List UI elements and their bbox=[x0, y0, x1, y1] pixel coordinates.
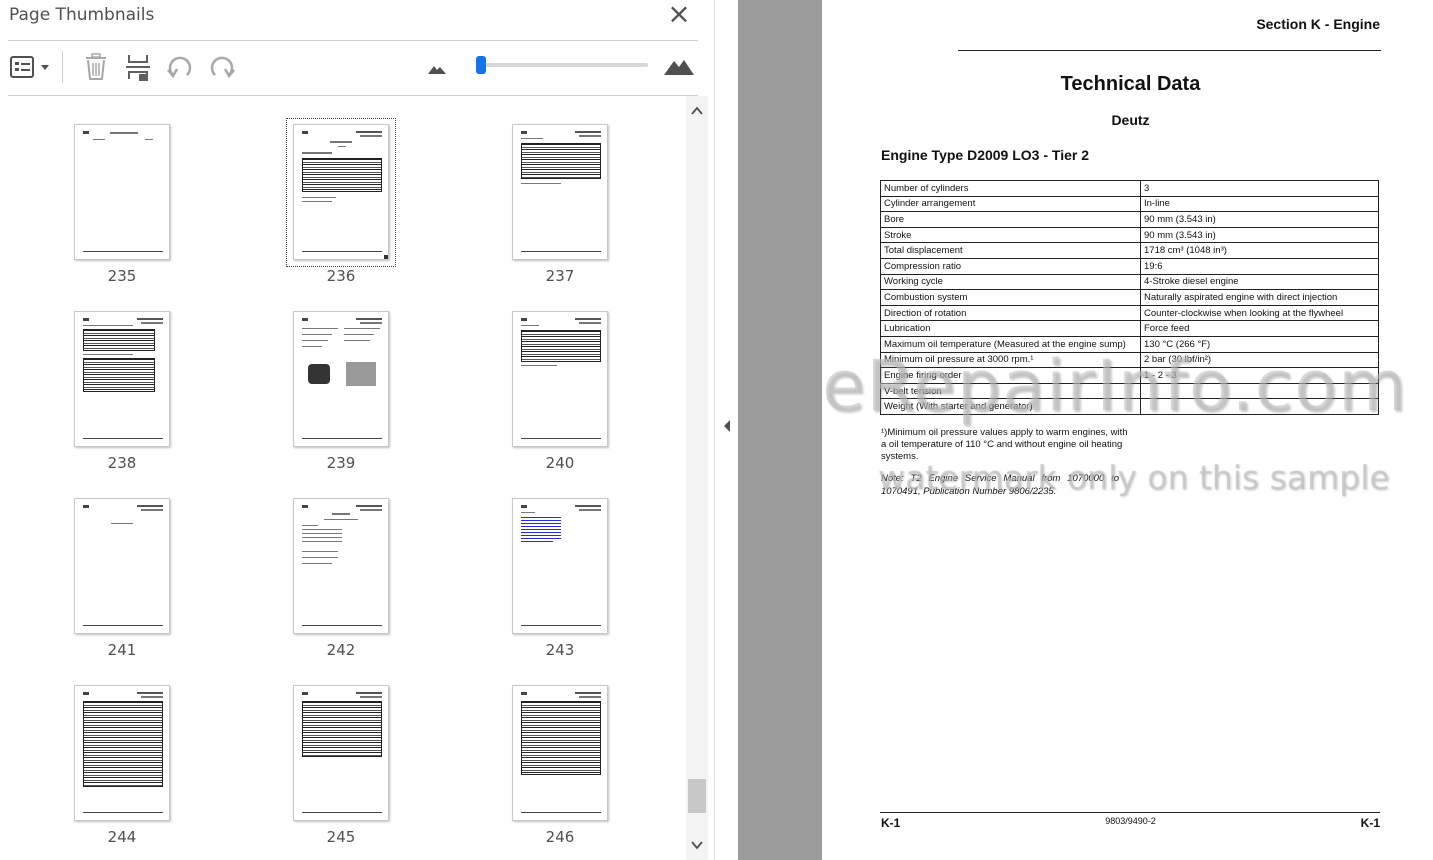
page-thumbnails-panel: Page Thumbnails × 235 236 237 238 239 24… bbox=[0, 0, 714, 860]
watermark: eRepairInfo.com bbox=[822, 345, 1408, 427]
page-preview bbox=[512, 311, 608, 447]
thumbnail-page-number: 235 bbox=[107, 267, 137, 285]
spec-label: Direction of rotation bbox=[880, 304, 1141, 322]
thumbnail-page-number: 238 bbox=[107, 454, 137, 472]
page-preview bbox=[293, 498, 389, 634]
spec-value: Naturally aspirated engine with direct i… bbox=[1140, 289, 1379, 306]
table-row: Working cycle 4-Stroke diesel engine bbox=[880, 273, 1379, 291]
document-page: Section K - Engine Technical Data Deutz … bbox=[822, 0, 1433, 860]
page-preview bbox=[293, 685, 389, 821]
header-rule bbox=[958, 50, 1381, 51]
small-mountain-icon bbox=[428, 66, 446, 74]
spec-label: Combustion system bbox=[880, 289, 1141, 306]
page-preview bbox=[512, 685, 608, 821]
spec-value: 90 mm (3.543 in) bbox=[1140, 211, 1379, 228]
table-row: Combustion system Naturally aspirated eng… bbox=[880, 289, 1379, 306]
spec-label: Working cycle bbox=[880, 273, 1141, 291]
thumbnail-page-number: 246 bbox=[545, 828, 575, 846]
table-row: Total displacement 1718 cm³ (1048 in³) bbox=[880, 242, 1379, 259]
insert-pages-icon bbox=[126, 55, 150, 81]
zoom-out-thumbnails-button[interactable] bbox=[424, 57, 450, 79]
thumbnail-page-number: 239 bbox=[326, 454, 356, 472]
thumbnail-page-number: 244 bbox=[107, 828, 137, 846]
footer-rule bbox=[880, 812, 1380, 813]
scroll-down-icon[interactable] bbox=[690, 838, 704, 852]
table-row: Number of cylinders 3 bbox=[880, 180, 1379, 197]
toolbar-separator bbox=[62, 51, 63, 83]
insert-pages-button[interactable] bbox=[122, 51, 154, 83]
panel-divider[interactable] bbox=[714, 0, 738, 860]
spec-value: 1718 cm³ (1048 in³) bbox=[1140, 242, 1379, 259]
spec-label: Number of cylinders bbox=[880, 180, 1141, 197]
close-icon: × bbox=[667, 0, 691, 30]
engine-type-heading: Engine Type D2009 LO3 - Tier 2 bbox=[881, 147, 1089, 163]
slider-handle[interactable] bbox=[476, 56, 487, 74]
footer-page-right: K-1 bbox=[1360, 816, 1380, 830]
table-row: Bore 90 mm (3.543 in) bbox=[880, 211, 1379, 228]
thumbnails-toolbar bbox=[0, 41, 714, 95]
panel-title: Page Thumbnails bbox=[9, 5, 155, 25]
spec-value: 4-Stroke diesel engine bbox=[1140, 273, 1379, 291]
rotate-clockwise-button[interactable] bbox=[206, 51, 238, 83]
rotate-clockwise-icon bbox=[210, 56, 235, 79]
document-gutter bbox=[738, 0, 822, 860]
thumbnail-page-number: 236 bbox=[326, 267, 356, 285]
rotate-counterclockwise-icon bbox=[167, 56, 192, 79]
page-preview bbox=[293, 311, 389, 447]
page-preview bbox=[74, 124, 170, 260]
thumbnail-options-icon bbox=[10, 56, 49, 78]
thumbnail-page-number: 242 bbox=[326, 641, 356, 659]
thumbnails-scrollbar[interactable] bbox=[686, 96, 708, 860]
thumbnail-page-number: 241 bbox=[107, 641, 137, 659]
thumbnail-size-slider[interactable] bbox=[476, 56, 648, 74]
spec-label: Compression ratio bbox=[880, 257, 1141, 275]
table-row: Compression ratio 19:6 bbox=[880, 257, 1379, 275]
spec-label: Bore bbox=[880, 211, 1141, 228]
thumbnail-page-number: 237 bbox=[545, 267, 575, 285]
watermark-subtext: watermark only on this sample bbox=[878, 458, 1390, 497]
rotate-counterclockwise-button[interactable] bbox=[164, 51, 196, 83]
spec-value: 3 bbox=[1140, 180, 1379, 197]
page-preview bbox=[74, 311, 170, 447]
spec-value: Force feed bbox=[1140, 320, 1379, 337]
collapse-panel-icon[interactable] bbox=[721, 418, 733, 434]
spec-value: 90 mm (3.543 in) bbox=[1140, 226, 1379, 244]
table-row: Cylinder arrangement In-line bbox=[880, 195, 1379, 213]
spec-value: Counter-clockwise when looking at the fl… bbox=[1140, 304, 1379, 322]
spec-label: Total displacement bbox=[880, 242, 1141, 259]
thumbnail-options-button[interactable] bbox=[8, 53, 52, 81]
spec-label: Cylinder arrangement bbox=[880, 195, 1141, 213]
table-row: Direction of rotation Counter-clockwise w… bbox=[880, 304, 1379, 322]
page-preview bbox=[293, 124, 389, 260]
page-preview bbox=[74, 685, 170, 821]
page-preview bbox=[74, 498, 170, 634]
zoom-in-thumbnails-button[interactable] bbox=[662, 53, 696, 79]
thumbnail-page-number: 240 bbox=[545, 454, 575, 472]
page-preview bbox=[512, 124, 608, 260]
delete-pages-button[interactable] bbox=[80, 51, 112, 83]
table-row: Lubrication Force feed bbox=[880, 320, 1379, 337]
trash-icon bbox=[86, 53, 106, 80]
close-panel-button[interactable]: × bbox=[666, 0, 692, 28]
page-preview bbox=[512, 498, 608, 634]
section-header: Section K - Engine bbox=[1256, 16, 1380, 32]
scroll-up-icon[interactable] bbox=[690, 104, 704, 118]
thumbnail-page-number: 243 bbox=[545, 641, 575, 659]
page-title: Technical Data bbox=[1060, 73, 1201, 95]
spec-label: Lubrication bbox=[880, 320, 1141, 337]
table-row: Stroke 90 mm (3.543 in) bbox=[880, 226, 1379, 244]
scrollbar-thumb[interactable] bbox=[688, 779, 706, 813]
large-mountain-icon bbox=[664, 60, 694, 75]
footer-publication: 9803/9490-2 bbox=[1105, 816, 1156, 826]
thumbnail-page-number: 245 bbox=[326, 828, 356, 846]
spec-label: Stroke bbox=[880, 226, 1141, 244]
thumbnails-grid: 235 236 237 238 239 240 241 242 243 244 … bbox=[0, 96, 686, 860]
manufacturer-heading: Deutz bbox=[1111, 112, 1150, 128]
spec-value: 19:6 bbox=[1140, 257, 1379, 275]
spec-value: In-line bbox=[1140, 195, 1379, 213]
